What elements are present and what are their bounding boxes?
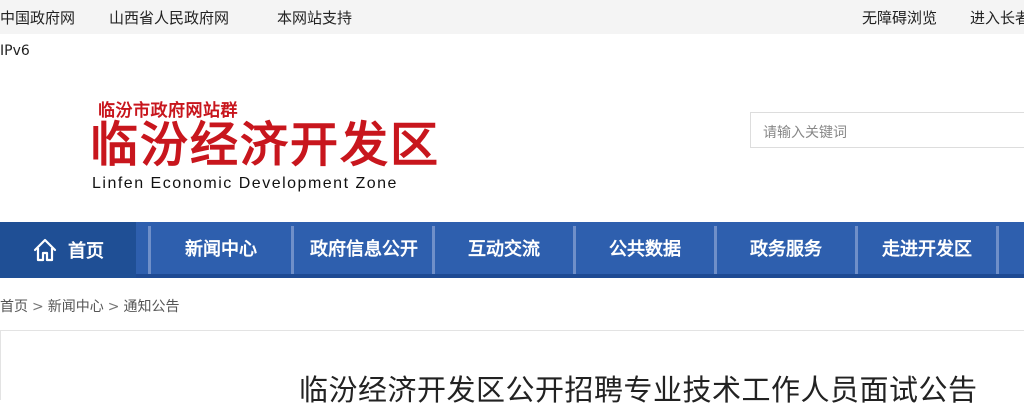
breadcrumb-notices[interactable]: 通知公告 xyxy=(123,299,179,315)
article-container: 临汾经济开发区公开招聘专业技术工作人员面试公告 xyxy=(0,330,1024,407)
logo-english: Linfen Economic Development Zone xyxy=(92,175,398,192)
nav-item-label: 政府信息公开 xyxy=(310,239,418,260)
home-icon xyxy=(33,238,57,262)
nav-item-label: 首页 xyxy=(68,241,104,262)
link-accessibility[interactable]: 无障碍浏览 xyxy=(862,7,937,28)
breadcrumb-news[interactable]: 新闻中心 xyxy=(48,299,104,315)
nav-item-about-zone[interactable]: 走进开发区 xyxy=(858,222,996,274)
link-china-gov[interactable]: 中国政府网 xyxy=(0,7,75,28)
top-utility-bar: 中国政府网 山西省人民政府网 本网站支持 无障碍浏览 进入长者 xyxy=(0,0,1024,34)
nav-item-news[interactable]: 新闻中心 xyxy=(151,222,291,274)
article-title: 临汾经济开发区公开招聘专业技术工作人员面试公告 xyxy=(299,373,978,407)
nav-item-services[interactable]: 政务服务 xyxy=(717,222,855,274)
nav-item-public-data[interactable]: 公共数据 xyxy=(576,222,714,274)
nav-item-label: 走进开发区 xyxy=(882,239,972,260)
breadcrumb-separator: > xyxy=(32,299,44,315)
nav-item-home[interactable]: 首页 xyxy=(0,222,136,278)
nav-item-gov-info[interactable]: 政府信息公开 xyxy=(294,222,434,274)
nav-item-interaction[interactable]: 互动交流 xyxy=(435,222,573,274)
main-nav: 首页 新闻中心 政府信息公开 互动交流 公共数据 政务服务 走进开发区 xyxy=(0,222,1024,278)
nav-item-label: 互动交流 xyxy=(468,239,540,260)
ipv6-label: IPv6 xyxy=(0,43,30,59)
nav-item-label: 新闻中心 xyxy=(185,239,257,260)
nav-item-label: 公共数据 xyxy=(609,239,681,260)
link-elderly-mode[interactable]: 进入长者 xyxy=(970,7,1024,28)
breadcrumb-home[interactable]: 首页 xyxy=(0,299,28,315)
link-shanxi-gov[interactable]: 山西省人民政府网 xyxy=(109,7,229,28)
link-site-support[interactable]: 本网站支持 xyxy=(277,7,352,28)
logo-title[interactable]: 临汾经济开发区 xyxy=(90,117,440,173)
breadcrumb-separator: > xyxy=(107,299,120,315)
nav-separator xyxy=(996,226,999,274)
breadcrumb: 首页 > 新闻中心 > 通知公告 xyxy=(0,296,179,316)
search-input[interactable] xyxy=(750,112,1024,148)
nav-item-label: 政务服务 xyxy=(750,239,822,260)
